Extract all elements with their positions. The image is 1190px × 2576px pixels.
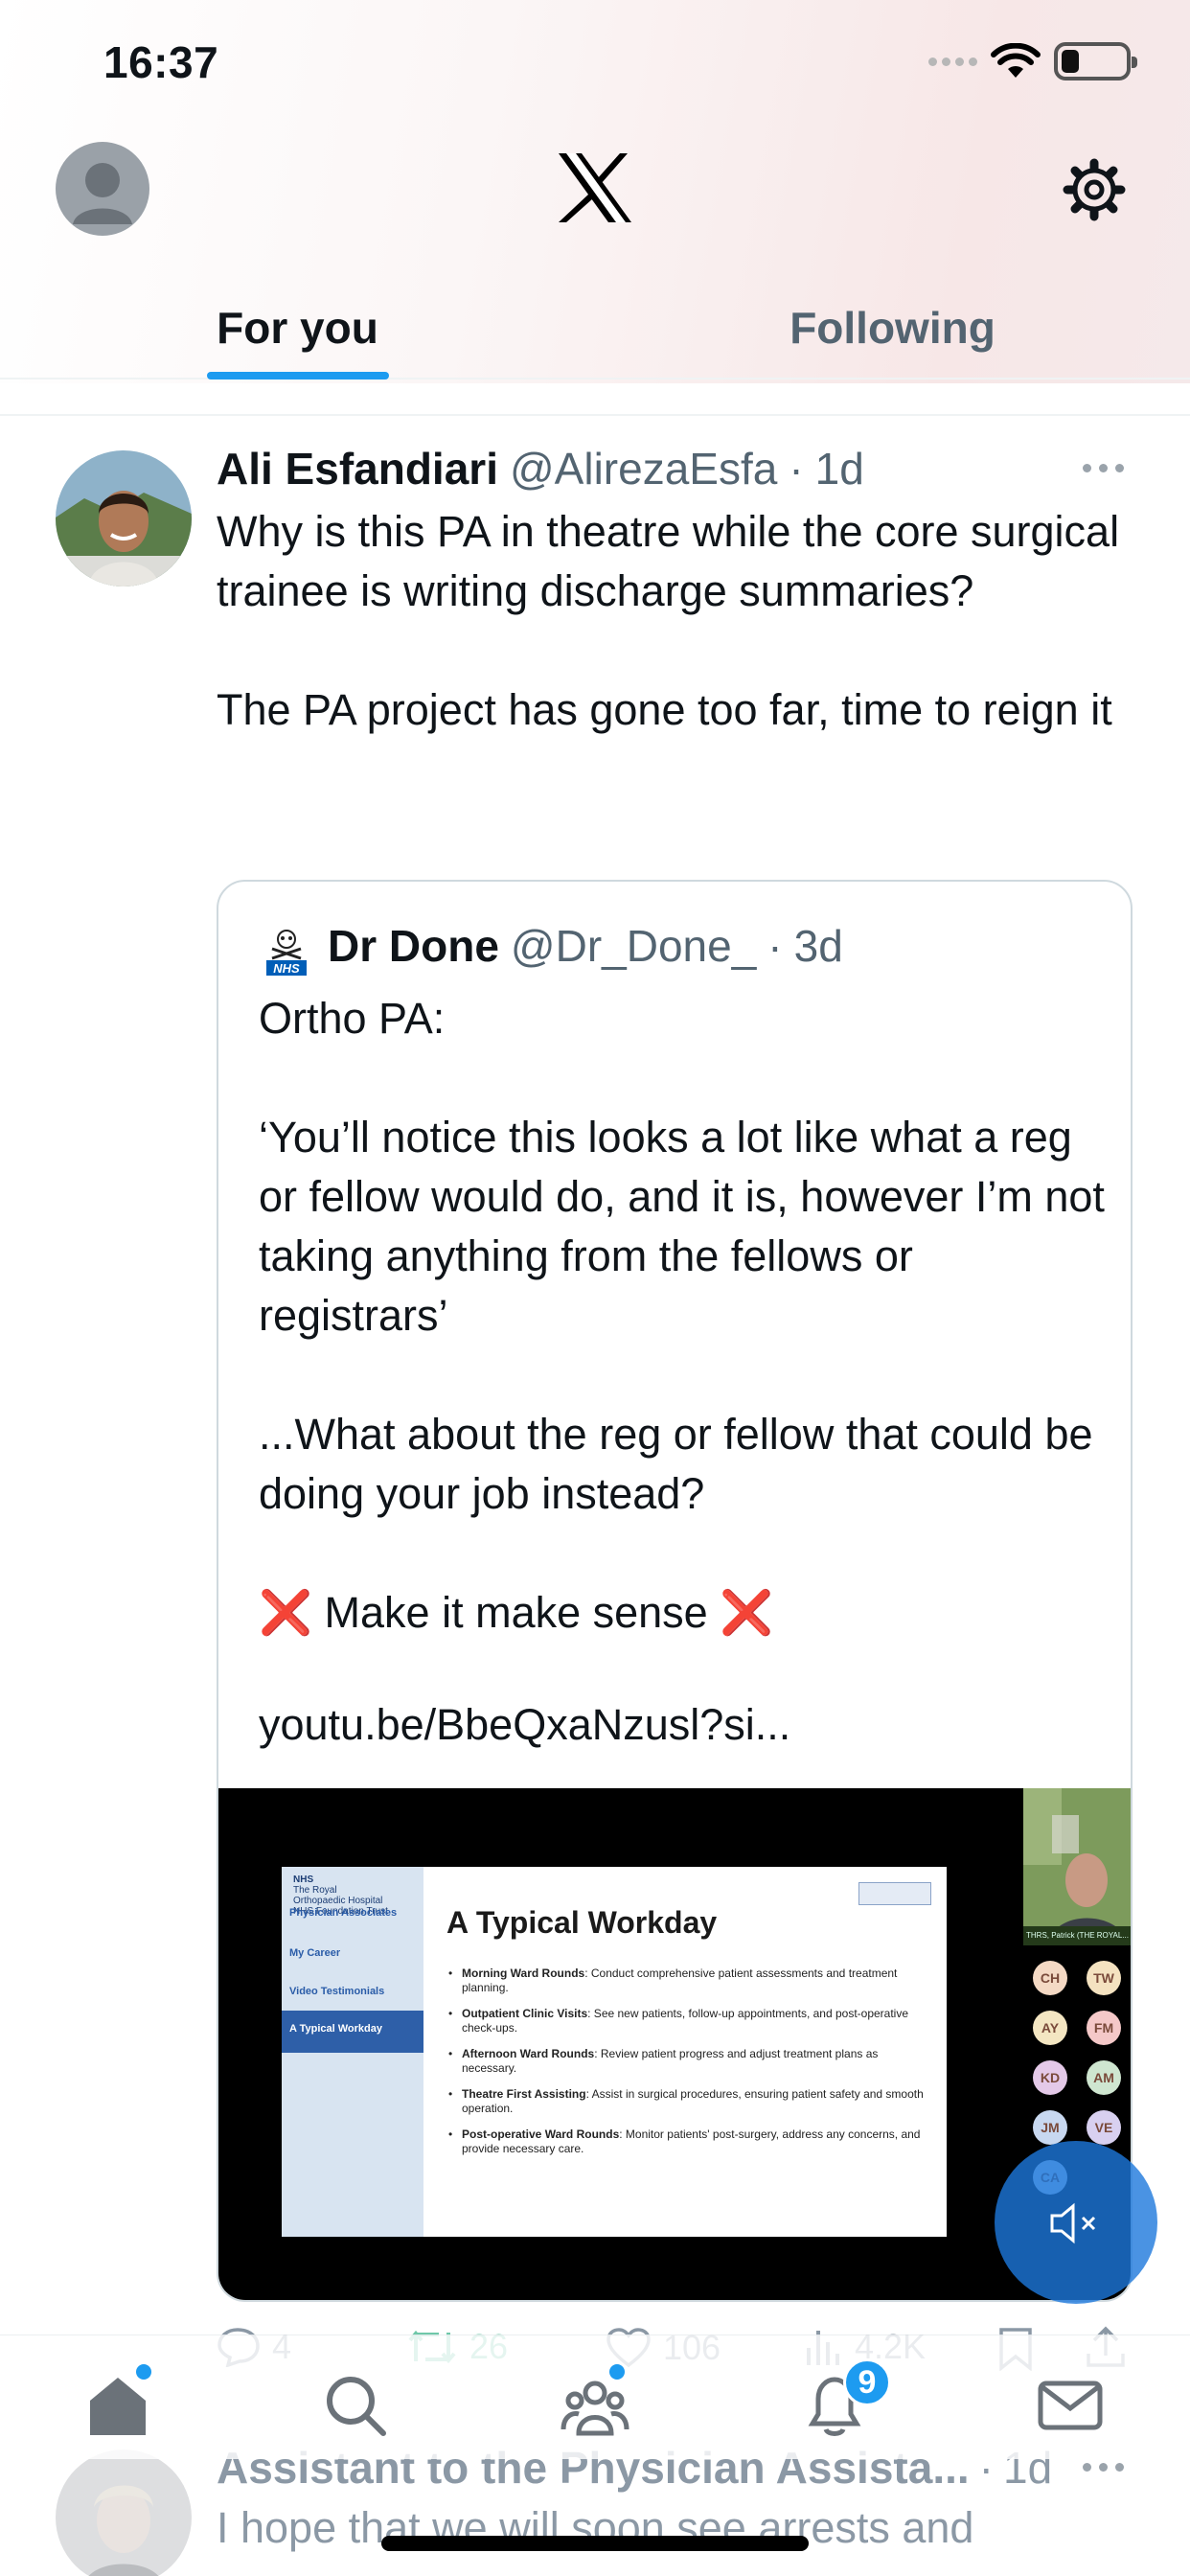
participant-avatar: JM xyxy=(1033,2110,1067,2145)
speaker-muted-icon xyxy=(1050,2202,1096,2244)
speaker-name-label: THRS, Patrick (THE ROYAL... xyxy=(1023,1926,1131,1945)
tab-for-you-label: For you xyxy=(217,303,378,353)
svg-text:NHS: NHS xyxy=(273,961,300,976)
tab-following[interactable]: Following xyxy=(595,278,1190,378)
participant-avatar: FM xyxy=(1087,2011,1121,2045)
slide-logo-line: The Royal xyxy=(293,1885,337,1896)
search-icon[interactable] xyxy=(320,2370,391,2441)
participant-avatar: TW xyxy=(1087,1961,1121,1995)
slide-nav-item-active: A Typical Workday xyxy=(282,2011,423,2053)
speaker-camera-thumbnail: THRS, Patrick (THE ROYAL... xyxy=(1023,1788,1131,1945)
next-tweet-author-avatar[interactable] xyxy=(56,2450,192,2576)
tweet-text: Why is this PA in theatre while the core… xyxy=(217,507,1120,734)
participant-avatar: KD xyxy=(1033,2060,1067,2095)
bottom-navigation xyxy=(0,2334,1190,2459)
quoted-author-handle[interactable]: @Dr_Done_ xyxy=(511,920,756,972)
slide-list-item: Outpatient Clinic Visits: See new patien… xyxy=(448,2007,927,2036)
quoted-tweet-card[interactable]: NHS Dr Done @Dr_Done_ · 3d Ortho PA: ‘Yo… xyxy=(217,880,1133,2302)
quoted-author-avatar[interactable]: NHS xyxy=(263,926,310,978)
participant-avatar: CH xyxy=(1033,1961,1067,1995)
slide-list-item: Theatre First Assisting: Assist in surgi… xyxy=(448,2087,927,2116)
home-icon[interactable] xyxy=(82,2370,153,2441)
slide-sidebar: NHS The Royal Orthopaedic Hospital NHS F… xyxy=(282,1867,423,2237)
tweet-author-name[interactable]: Ali Esfandiari xyxy=(217,443,498,494)
mute-toggle-button[interactable] xyxy=(995,2141,1157,2304)
quoted-emphasis-line: Make it make sense xyxy=(324,1588,708,1637)
participant-avatar: VE xyxy=(1087,2110,1121,2145)
tweet-author-handle[interactable]: @AlirezaEsfa xyxy=(510,443,777,494)
x-logo-icon[interactable] xyxy=(557,151,633,224)
slide-list-item: Afternoon Ward Rounds: Review patient pr… xyxy=(448,2047,927,2076)
tweet-header: Ali Esfandiari @AlirezaEsfa · 1d xyxy=(217,443,864,494)
quoted-tweet-header: Dr Done @Dr_Done_ · 3d xyxy=(328,920,843,972)
quoted-tweet-body: Ortho PA: ‘You’ll notice this looks a lo… xyxy=(259,994,1105,1518)
home-indicator xyxy=(381,2536,809,2551)
slide-nav-item: Video Testimonials xyxy=(289,1986,385,1997)
quoted-tweet-age: 3d xyxy=(793,921,843,971)
slide-list-item: Morning Ward Rounds: Conduct comprehensi… xyxy=(448,1966,927,1995)
wifi-icon xyxy=(991,43,1041,78)
timeline-tabs: For you Following xyxy=(0,278,1190,380)
slide-logo-line: Orthopaedic Hospital xyxy=(293,1896,383,1906)
tab-following-label: Following xyxy=(790,303,995,353)
next-more-options-icon[interactable] xyxy=(1083,2463,1124,2472)
slide-nav-item: My Career xyxy=(289,1947,341,1959)
tweet-author-avatar[interactable] xyxy=(56,450,192,586)
slide-title: A Typical Workday xyxy=(446,1905,718,1940)
communities-icon[interactable] xyxy=(560,2370,630,2441)
status-time: 16:37 xyxy=(103,37,219,87)
notification-count-badge: 9 xyxy=(843,2358,891,2406)
slide-list: Morning Ward Rounds: Conduct comprehensi… xyxy=(448,1966,927,2168)
cross-mark-icon: ❌ xyxy=(259,1588,313,1637)
slide-badge xyxy=(858,1882,931,1905)
cross-mark-icon: ❌ xyxy=(720,1588,774,1637)
slide-nav-item: Physician Associates xyxy=(289,1907,398,1919)
cellular-signal-icon xyxy=(928,57,977,66)
tab-for-you[interactable]: For you xyxy=(0,278,595,380)
more-options-icon[interactable] xyxy=(1083,464,1124,472)
tweet-dot-separator: · xyxy=(789,444,804,494)
quoted-dot-separator: · xyxy=(767,921,783,971)
quoted-tweet-text: Ortho PA: ‘You’ll notice this looks a lo… xyxy=(259,989,1111,1643)
communities-unread-dot xyxy=(609,2364,625,2380)
tweet-age: 1d xyxy=(814,444,864,494)
status-icons xyxy=(928,42,1137,80)
profile-avatar[interactable] xyxy=(56,142,149,236)
quoted-author-name[interactable]: Dr Done xyxy=(328,920,499,972)
active-tab-indicator xyxy=(206,372,389,380)
gear-icon[interactable] xyxy=(1062,157,1127,222)
quoted-tweet-link[interactable]: youtu.be/BbeQxaNzusl?si... xyxy=(259,1700,790,1750)
video-slide: NHS The Royal Orthopaedic Hospital NHS F… xyxy=(282,1867,947,2237)
participant-avatar: AM xyxy=(1087,2060,1121,2095)
home-unread-dot xyxy=(136,2364,151,2380)
battery-icon xyxy=(1054,42,1137,80)
messages-icon[interactable] xyxy=(1035,2370,1106,2441)
slide-list-item: Post-operative Ward Rounds: Monitor pati… xyxy=(448,2128,927,2156)
divider xyxy=(0,414,1190,416)
participant-avatar: AY xyxy=(1033,2011,1067,2045)
slide-logo-line: NHS xyxy=(293,1874,314,1885)
